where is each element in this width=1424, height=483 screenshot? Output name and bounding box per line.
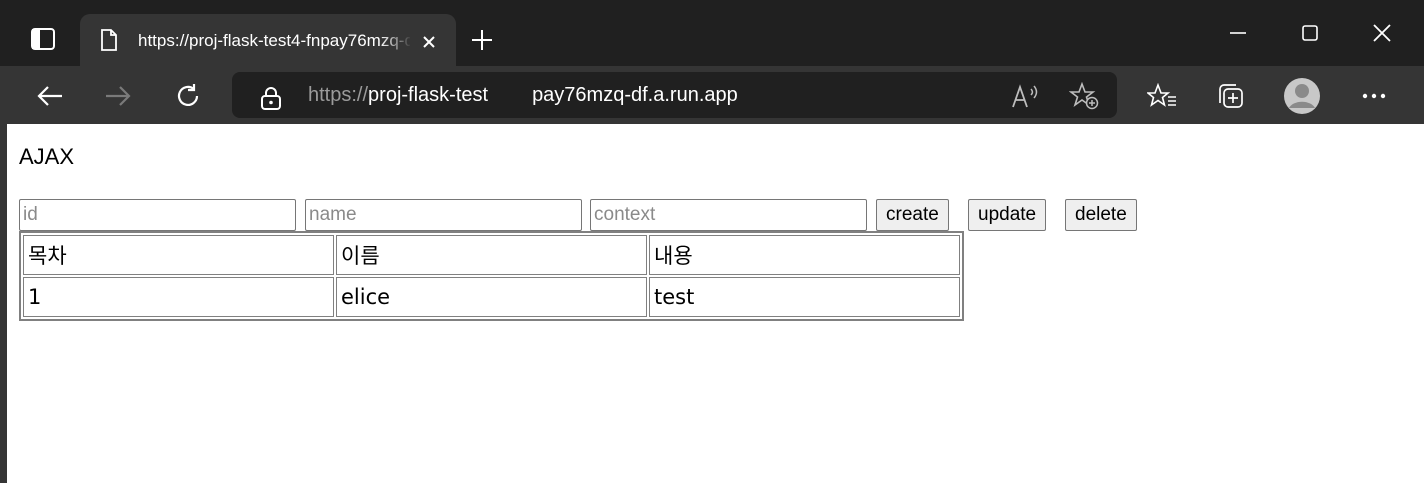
- table-cell: test: [649, 277, 960, 317]
- table-header-cell: 목차: [23, 235, 334, 275]
- close-icon[interactable]: [416, 29, 442, 55]
- data-table: 목차 이름 내용 1 elice test: [19, 231, 964, 321]
- title-bar: https://proj-flask-test4-fnpay76mzq-df.a…: [0, 0, 1424, 66]
- maximize-icon[interactable]: [1282, 10, 1338, 56]
- file-icon: [100, 28, 118, 57]
- more-icon[interactable]: [1352, 74, 1396, 118]
- minimize-icon[interactable]: [1210, 10, 1266, 56]
- delete-button[interactable]: delete: [1065, 199, 1137, 231]
- table-header-row: 목차 이름 내용: [23, 235, 960, 275]
- url-text: https://proj-flask-test pay76mzq-df.a.run…: [308, 82, 738, 108]
- table-cell: elice: [336, 277, 647, 317]
- read-aloud-icon[interactable]: [1008, 80, 1044, 112]
- table-cell: 1: [23, 277, 334, 317]
- address-bar[interactable]: https://proj-flask-test pay76mzq-df.a.run…: [232, 72, 1117, 118]
- lock-icon[interactable]: [260, 86, 282, 115]
- window-border: [0, 124, 7, 483]
- update-button[interactable]: update: [968, 199, 1047, 231]
- add-favorite-icon[interactable]: [1066, 80, 1102, 112]
- page-content: AJAX create update delete 목차 이름 내용 1 eli…: [7, 124, 1424, 483]
- name-input[interactable]: [305, 199, 582, 231]
- forward-arrow-icon[interactable]: [96, 74, 140, 118]
- browser-tab[interactable]: https://proj-flask-test4-fnpay76mzq-df.a…: [80, 14, 456, 66]
- back-arrow-icon[interactable]: [28, 74, 72, 118]
- favorites-icon[interactable]: [1140, 74, 1184, 118]
- table-row: 1 elice test: [23, 277, 960, 317]
- tab-title: https://proj-flask-test4-fnpay76mzq-df.a…: [138, 31, 410, 50]
- profile-avatar-icon[interactable]: [1280, 74, 1324, 118]
- refresh-icon[interactable]: [166, 74, 210, 118]
- sidebar-toggle-icon[interactable]: [20, 18, 66, 60]
- collections-icon[interactable]: [1208, 74, 1252, 118]
- table-header-cell: 내용: [649, 235, 960, 275]
- id-input[interactable]: [19, 199, 296, 231]
- context-input[interactable]: [590, 199, 867, 231]
- close-window-icon[interactable]: [1354, 10, 1410, 56]
- url-scheme: https://: [308, 84, 369, 106]
- url-host-start: proj-flask-test: [368, 84, 489, 106]
- page-heading: AJAX: [19, 144, 75, 169]
- create-button[interactable]: create: [876, 199, 949, 231]
- url-host-end: pay76mzq-df.a.run.app: [532, 84, 738, 106]
- redacted-block: [488, 83, 533, 108]
- browser-toolbar: https://proj-flask-test pay76mzq-df.a.run…: [0, 66, 1424, 124]
- plus-icon[interactable]: [462, 20, 502, 60]
- tab-title-fade: [380, 28, 412, 54]
- table-header-cell: 이름: [336, 235, 647, 275]
